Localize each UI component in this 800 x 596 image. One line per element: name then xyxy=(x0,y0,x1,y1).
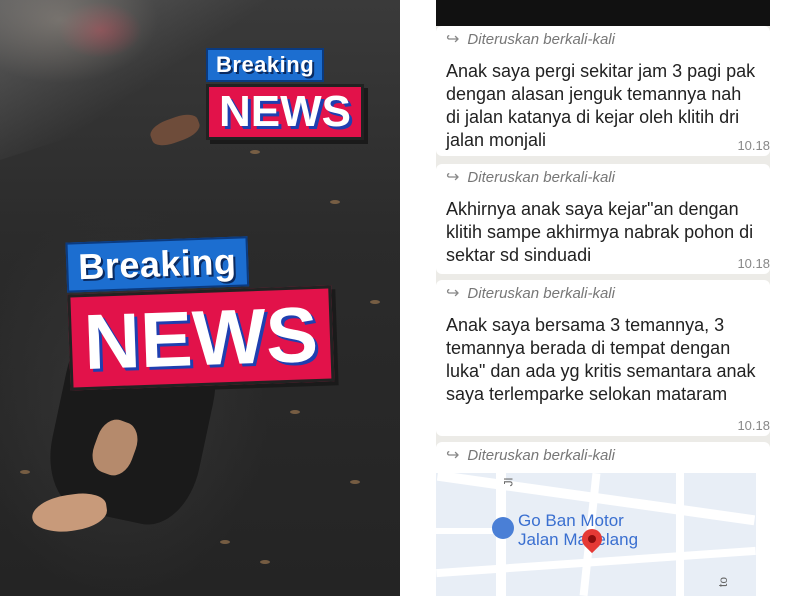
leaf xyxy=(20,470,30,474)
map-road xyxy=(436,546,756,578)
leaf xyxy=(350,480,360,484)
chat-message[interactable]: ↪ Diteruskan berkali-kali Anak saya bers… xyxy=(436,280,770,436)
chat-screenshot: ↪ Diteruskan berkali-kali Anak saya perg… xyxy=(436,0,770,596)
breaking-news-sticker-top: Breaking NEWS xyxy=(206,48,364,140)
leaf xyxy=(250,150,260,154)
message-text: Anak saya bersama 3 temannya, 3 temannya… xyxy=(446,315,756,404)
forwarded-label: Diteruskan berkali-kali xyxy=(467,446,615,464)
news-photo: Breaking NEWS Breaking NEWS xyxy=(0,0,400,596)
message-text: Anak saya pergi sekitar jam 3 pagi pak d… xyxy=(446,61,756,150)
map-road xyxy=(436,528,496,534)
message-time: 10.18 xyxy=(737,138,770,153)
chat-message[interactable]: ↪ Diteruskan berkali-kali Anak saya perg… xyxy=(436,26,770,156)
status-bar xyxy=(436,0,770,26)
message-time: 10.18 xyxy=(737,256,770,271)
street-label: Jl xyxy=(501,477,516,487)
forwarded-indicator: ↪ Diteruskan berkali-kali xyxy=(436,280,770,306)
breaking-label: Breaking xyxy=(65,236,250,293)
page-margin xyxy=(770,0,800,596)
object-on-road xyxy=(147,110,203,150)
chat-message[interactable]: ↪ Diteruskan berkali-kali Akhirnya anak … xyxy=(436,164,770,274)
shop-pin-icon xyxy=(492,517,514,539)
forwarded-label: Diteruskan berkali-kali xyxy=(467,284,615,302)
place-name: Go Ban Motor xyxy=(518,511,624,530)
leaf xyxy=(370,300,380,304)
forward-arrow-icon: ↪ xyxy=(446,285,460,302)
forwarded-indicator: ↪ Diteruskan berkali-kali xyxy=(436,164,770,190)
leaf xyxy=(260,560,270,564)
breaking-news-sticker-bottom: Breaking NEWS xyxy=(65,233,335,391)
leaf xyxy=(220,540,230,544)
forwarded-label: Diteruskan berkali-kali xyxy=(467,168,615,186)
forward-arrow-icon: ↪ xyxy=(446,169,460,186)
news-label: NEWS xyxy=(206,84,364,140)
place-label: Go Ban Motor Jalan Magelang xyxy=(518,511,638,549)
forwarded-indicator: ↪ Diteruskan berkali-kali xyxy=(436,442,770,468)
message-time: 10.18 xyxy=(737,418,770,433)
place-street: Jalan Magelang xyxy=(518,530,639,549)
forward-arrow-icon: ↪ xyxy=(446,31,460,48)
forward-arrow-icon: ↪ xyxy=(446,447,460,464)
location-map-preview[interactable]: Jl to Go Ban Motor Jalan Magelang xyxy=(436,473,756,596)
street-label: to xyxy=(716,576,731,588)
breaking-label: Breaking xyxy=(206,48,325,82)
forwarded-indicator: ↪ Diteruskan berkali-kali xyxy=(436,26,770,52)
message-text: Akhirnya anak saya kejar"an dengan kliti… xyxy=(446,199,754,265)
forwarded-label: Diteruskan berkali-kali xyxy=(467,30,615,48)
leaf xyxy=(290,410,300,414)
news-label: NEWS xyxy=(67,285,335,391)
leaf xyxy=(330,200,340,204)
map-road xyxy=(676,473,684,596)
foot xyxy=(29,489,110,537)
